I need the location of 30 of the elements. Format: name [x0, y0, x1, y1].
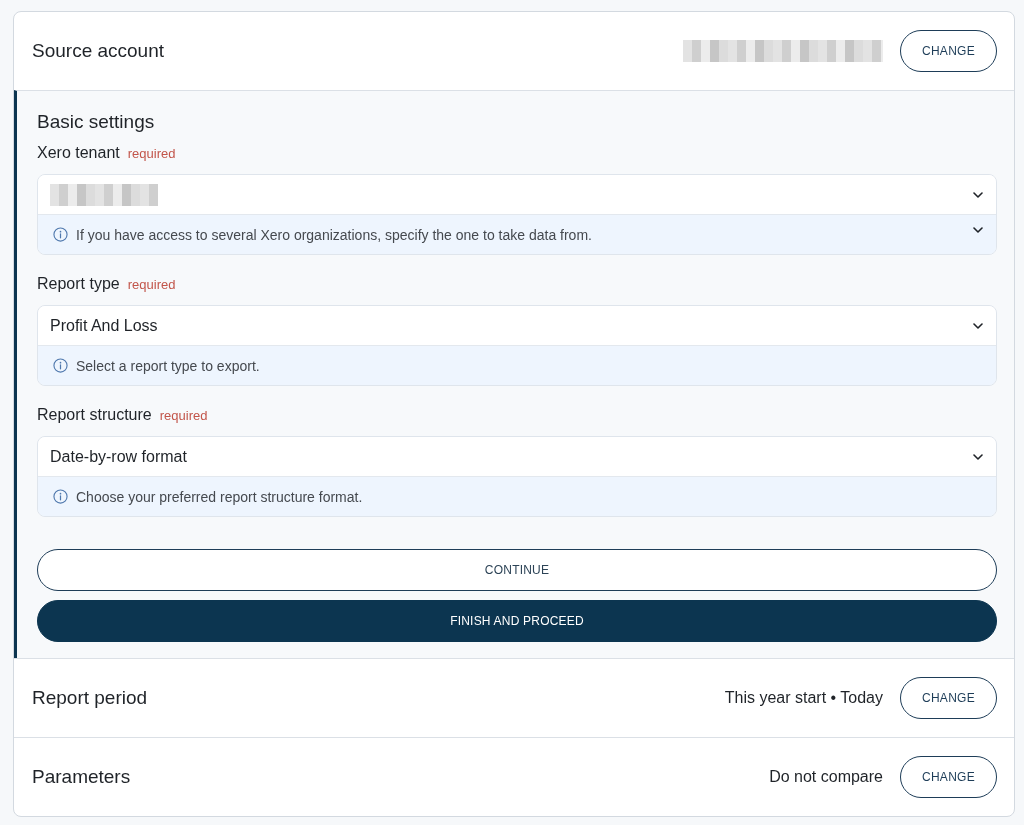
select-field[interactable]: Date-by-row format [38, 437, 996, 477]
chevron-down-icon [973, 453, 983, 460]
summary-value: Do not compare [769, 768, 883, 786]
info-icon [53, 358, 68, 373]
required-tag: required [127, 277, 176, 292]
outline-button[interactable]: CONTINUE [37, 549, 997, 591]
field-label: Xero tenant [37, 144, 120, 162]
section-title: Parameters [32, 766, 131, 788]
chevron-down-icon [973, 191, 983, 198]
select-field[interactable] [38, 175, 996, 215]
change-button[interactable]: CHANGE [900, 756, 997, 798]
required-tag: required [159, 408, 208, 423]
change-button[interactable]: CHANGE [900, 30, 997, 72]
required-tag: required [127, 146, 176, 161]
hint-text: If you have access to several Xero organizations, specify the one to take data from. [76, 226, 593, 243]
section-title: Source account [32, 40, 165, 62]
info-icon [53, 489, 68, 504]
select-field[interactable]: Profit And Loss [38, 306, 996, 346]
field-label: Report structure [37, 406, 152, 424]
primary-button[interactable]: FINISH AND PROCEED [37, 600, 997, 642]
hint-text: Select a report type to export. [76, 357, 261, 374]
chevron-down-icon[interactable] [973, 227, 983, 233]
info-icon [53, 227, 68, 242]
panel-title: Basic settings [37, 110, 156, 134]
chevron-down-icon [973, 322, 983, 329]
summary-value: This year start • Today [724, 689, 883, 707]
field-label: Report type [37, 275, 120, 293]
hint-text: Choose your preferred report structure format. [76, 488, 364, 505]
change-button[interactable]: CHANGE [900, 677, 997, 719]
section-title: Report period [32, 687, 148, 709]
